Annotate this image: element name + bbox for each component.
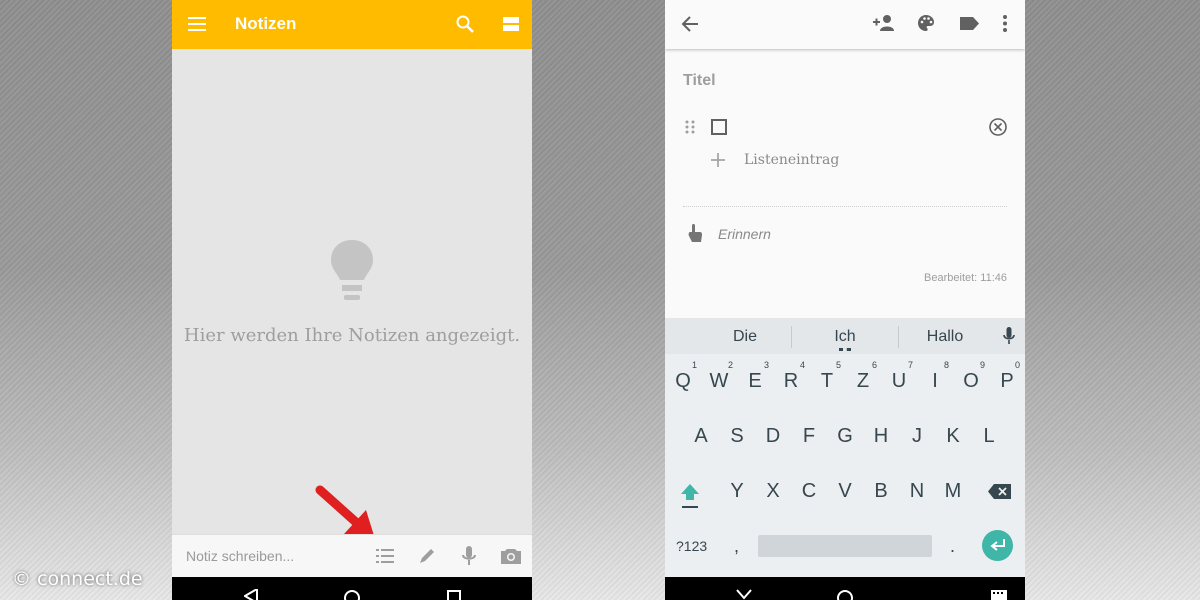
key-number-hint: 9 xyxy=(980,360,986,370)
key-number-hint: 0 xyxy=(1015,360,1021,370)
camera-icon[interactable] xyxy=(501,547,521,564)
key-number-hint: 5 xyxy=(836,360,842,370)
empty-state-message: Hier werden Ihre Notizen angezeigt. xyxy=(183,325,521,346)
key-number-hint: 7 xyxy=(908,360,914,370)
reminder-icon[interactable] xyxy=(687,224,703,243)
view-toggle-icon[interactable] xyxy=(503,17,519,31)
key-z[interactable]: Z xyxy=(848,370,878,393)
pen-icon[interactable] xyxy=(418,547,436,565)
note-editor-screen: Titel Listeneintrag Erinnern Bearbeitet:… xyxy=(665,0,1025,600)
menu-icon[interactable] xyxy=(188,17,206,31)
key-q[interactable]: Q xyxy=(668,370,698,393)
watermark: © connect.de xyxy=(12,568,143,590)
palette-icon[interactable] xyxy=(917,14,935,32)
key-j[interactable]: J xyxy=(902,425,932,448)
edited-timestamp: Bearbeitet: 11:46 xyxy=(924,272,1007,284)
checkbox-icon[interactable] xyxy=(711,119,727,135)
nav-back-icon[interactable] xyxy=(244,589,258,600)
suggestion-2[interactable]: Ich xyxy=(820,328,870,346)
key-e[interactable]: E xyxy=(740,370,770,393)
back-icon[interactable] xyxy=(681,16,699,32)
key-d[interactable]: D xyxy=(758,425,788,448)
more-icon[interactable] xyxy=(1003,15,1007,32)
space-key[interactable] xyxy=(758,535,932,557)
key-number-hint: 6 xyxy=(872,360,878,370)
search-icon[interactable] xyxy=(456,15,474,33)
system-nav-bar xyxy=(172,577,532,600)
remind-button[interactable]: Erinnern xyxy=(718,226,771,242)
nav-hide-keyboard-icon[interactable] xyxy=(735,589,753,600)
system-nav-bar xyxy=(665,577,1025,600)
key-c[interactable]: C xyxy=(794,480,824,503)
label-icon[interactable] xyxy=(960,17,979,30)
key-y[interactable]: Y xyxy=(722,480,752,503)
drag-handle-icon[interactable] xyxy=(685,120,695,134)
nav-recents-icon[interactable] xyxy=(447,590,461,600)
key-number-hint: 8 xyxy=(944,360,950,370)
app-bar: Notizen xyxy=(172,0,532,49)
key-g[interactable]: G xyxy=(830,425,860,448)
key-w[interactable]: W xyxy=(704,370,734,393)
key-o[interactable]: O xyxy=(956,370,986,393)
checklist-icon[interactable] xyxy=(376,548,394,564)
key-number-hint: 1 xyxy=(692,360,698,370)
key-r[interactable]: R xyxy=(776,370,806,393)
note-title-input[interactable]: Titel xyxy=(683,72,716,90)
key-u[interactable]: U xyxy=(884,370,914,393)
nav-home-icon[interactable] xyxy=(343,589,361,600)
key-n[interactable]: N xyxy=(902,480,932,503)
key-t[interactable]: T xyxy=(812,370,842,393)
editor-toolbar xyxy=(665,0,1025,49)
suggestion-more-indicator xyxy=(839,348,851,354)
suggestion-3[interactable]: Hallo xyxy=(920,328,970,346)
remove-icon[interactable] xyxy=(989,118,1007,136)
suggestion-1[interactable]: Die xyxy=(720,328,770,346)
key-number-hint: 2 xyxy=(728,360,734,370)
key-number-hint: 4 xyxy=(800,360,806,370)
enter-icon xyxy=(990,539,1005,551)
comma-key[interactable]: , xyxy=(734,536,739,557)
enter-key[interactable] xyxy=(982,530,1013,561)
suggestion-divider xyxy=(898,326,899,348)
divider xyxy=(683,206,1007,207)
period-key[interactable]: . xyxy=(950,536,955,557)
key-v[interactable]: V xyxy=(830,480,860,503)
note-input[interactable]: Notiz schreiben... xyxy=(186,548,294,564)
key-i[interactable]: I xyxy=(920,370,950,393)
notes-list-screen: Notizen Hier werden Ihre Notizen angezei… xyxy=(172,0,532,600)
app-title: Notizen xyxy=(235,14,297,33)
soft-keyboard: Die Ich Hallo Q W E R T Z U I O P 1 2 3 … xyxy=(665,318,1025,577)
key-b[interactable]: B xyxy=(866,480,896,503)
suggestion-divider xyxy=(791,326,792,348)
nav-home-icon[interactable] xyxy=(836,589,854,600)
key-x[interactable]: X xyxy=(758,480,788,503)
key-h[interactable]: H xyxy=(866,425,896,448)
symbols-key[interactable]: ?123 xyxy=(676,538,707,554)
key-m[interactable]: M xyxy=(938,480,968,503)
shift-key-icon[interactable] xyxy=(679,482,701,510)
key-number-hint: 3 xyxy=(764,360,770,370)
quick-note-bar: Notiz schreiben... xyxy=(172,534,532,578)
key-s[interactable]: S xyxy=(722,425,752,448)
plus-icon[interactable] xyxy=(711,153,725,167)
add-list-item[interactable]: Listeneintrag xyxy=(744,152,839,168)
backspace-icon[interactable] xyxy=(988,484,1011,499)
key-l[interactable]: L xyxy=(974,425,1004,448)
lightbulb-icon xyxy=(331,240,373,300)
key-k[interactable]: K xyxy=(938,425,968,448)
voice-input-icon[interactable] xyxy=(1003,327,1015,345)
key-a[interactable]: A xyxy=(686,425,716,448)
key-p[interactable]: P xyxy=(992,370,1022,393)
suggestion-strip: Die Ich Hallo xyxy=(665,318,1025,354)
mic-icon[interactable] xyxy=(462,546,476,566)
keyboard-switch-icon[interactable] xyxy=(991,590,1007,600)
add-person-icon[interactable] xyxy=(873,15,895,31)
key-f[interactable]: F xyxy=(794,425,824,448)
